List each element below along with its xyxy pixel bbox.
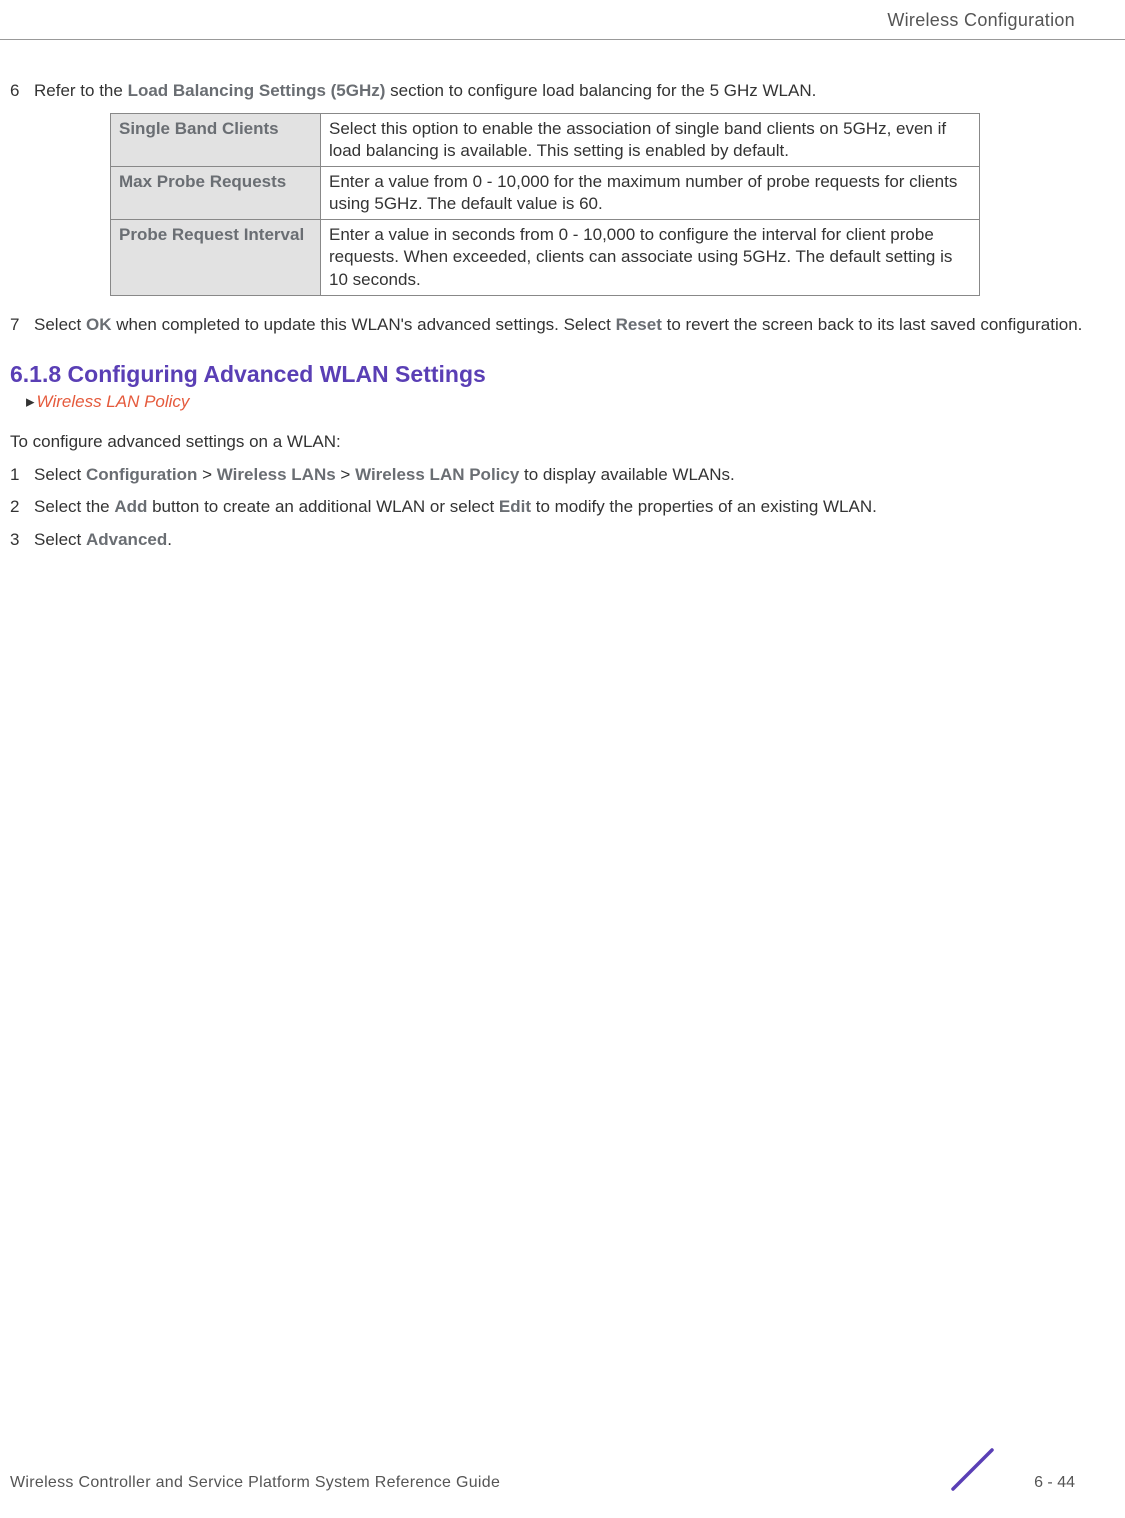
page-footer: Wireless Controller and Service Platform… [0,1474,1125,1492]
table-row: Probe Request Interval Enter a value in … [111,220,980,295]
step-text: Select OK when completed to update this … [34,314,1115,337]
table-row: Max Probe Requests Enter a value from 0 … [111,167,980,220]
text-part: section to configure load balancing for … [385,81,816,100]
step-text: Select the Add button to create an addit… [34,496,1115,519]
text-part: Select the [34,497,114,516]
step-7: 7 Select OK when completed to update thi… [10,314,1115,337]
step-text: Refer to the Load Balancing Settings (5G… [34,80,1115,103]
page-number-text: 6 - 44 [1034,1474,1075,1491]
step-number: 3 [10,529,34,552]
page-header: Wireless Configuration [0,0,1125,40]
step-text: Select Advanced. [34,529,1115,552]
text-part: Select [34,530,86,549]
row-desc: Select this option to enable the associa… [321,113,980,166]
slash-icon [945,1442,1000,1502]
text-part: . [167,530,172,549]
breadcrumb-text: Wireless LAN Policy [37,392,190,411]
breadcrumb: ▸Wireless LAN Policy [26,392,1115,412]
step-number: 2 [10,496,34,519]
text-part: Select [34,465,86,484]
header-title: Wireless Configuration [887,10,1075,30]
bold-term: Wireless LAN Policy [355,465,519,484]
bold-term: Advanced [86,530,167,549]
row-label: Probe Request Interval [111,220,321,295]
bold-term: OK [86,315,112,334]
bold-term: Configuration [86,465,197,484]
arrow-icon: ▸ [26,392,35,411]
step-2: 2 Select the Add button to create an add… [10,496,1115,519]
bold-term: Add [114,497,147,516]
text-part: Refer to the [34,81,128,100]
section-heading: 6.1.8 Configuring Advanced WLAN Settings [10,361,1115,388]
footer-title: Wireless Controller and Service Platform… [10,1474,500,1492]
text-part: to revert the screen back to its last sa… [662,315,1083,334]
text-part: button to create an additional WLAN or s… [147,497,499,516]
step-text: Select Configuration > Wireless LANs > W… [34,464,1115,487]
step-1: 1 Select Configuration > Wireless LANs >… [10,464,1115,487]
bold-term: Wireless LANs [217,465,336,484]
text-part: to display available WLANs. [519,465,734,484]
row-desc: Enter a value from 0 - 10,000 for the ma… [321,167,980,220]
bold-term: Edit [499,497,531,516]
step-6: 6 Refer to the Load Balancing Settings (… [10,80,1115,103]
table-row: Single Band Clients Select this option t… [111,113,980,166]
row-label: Max Probe Requests [111,167,321,220]
content-area: 6 Refer to the Load Balancing Settings (… [0,40,1125,552]
step-number: 6 [10,80,34,103]
bold-term: Reset [616,315,662,334]
settings-table: Single Band Clients Select this option t… [110,113,980,296]
text-part: to modify the properties of an existing … [531,497,877,516]
footer-page-number: 6 - 44 [974,1474,1075,1492]
text-part: > [197,465,216,484]
text-part: > [336,465,355,484]
step-number: 1 [10,464,34,487]
step-3: 3 Select Advanced. [10,529,1115,552]
bold-term: Load Balancing Settings (5GHz) [128,81,386,100]
text-part: Select [34,315,86,334]
row-label: Single Band Clients [111,113,321,166]
intro-text: To configure advanced settings on a WLAN… [10,432,1115,452]
row-desc: Enter a value in seconds from 0 - 10,000… [321,220,980,295]
footer-line: Wireless Controller and Service Platform… [10,1474,1075,1492]
text-part: when completed to update this WLAN's adv… [111,315,615,334]
step-number: 7 [10,314,34,337]
